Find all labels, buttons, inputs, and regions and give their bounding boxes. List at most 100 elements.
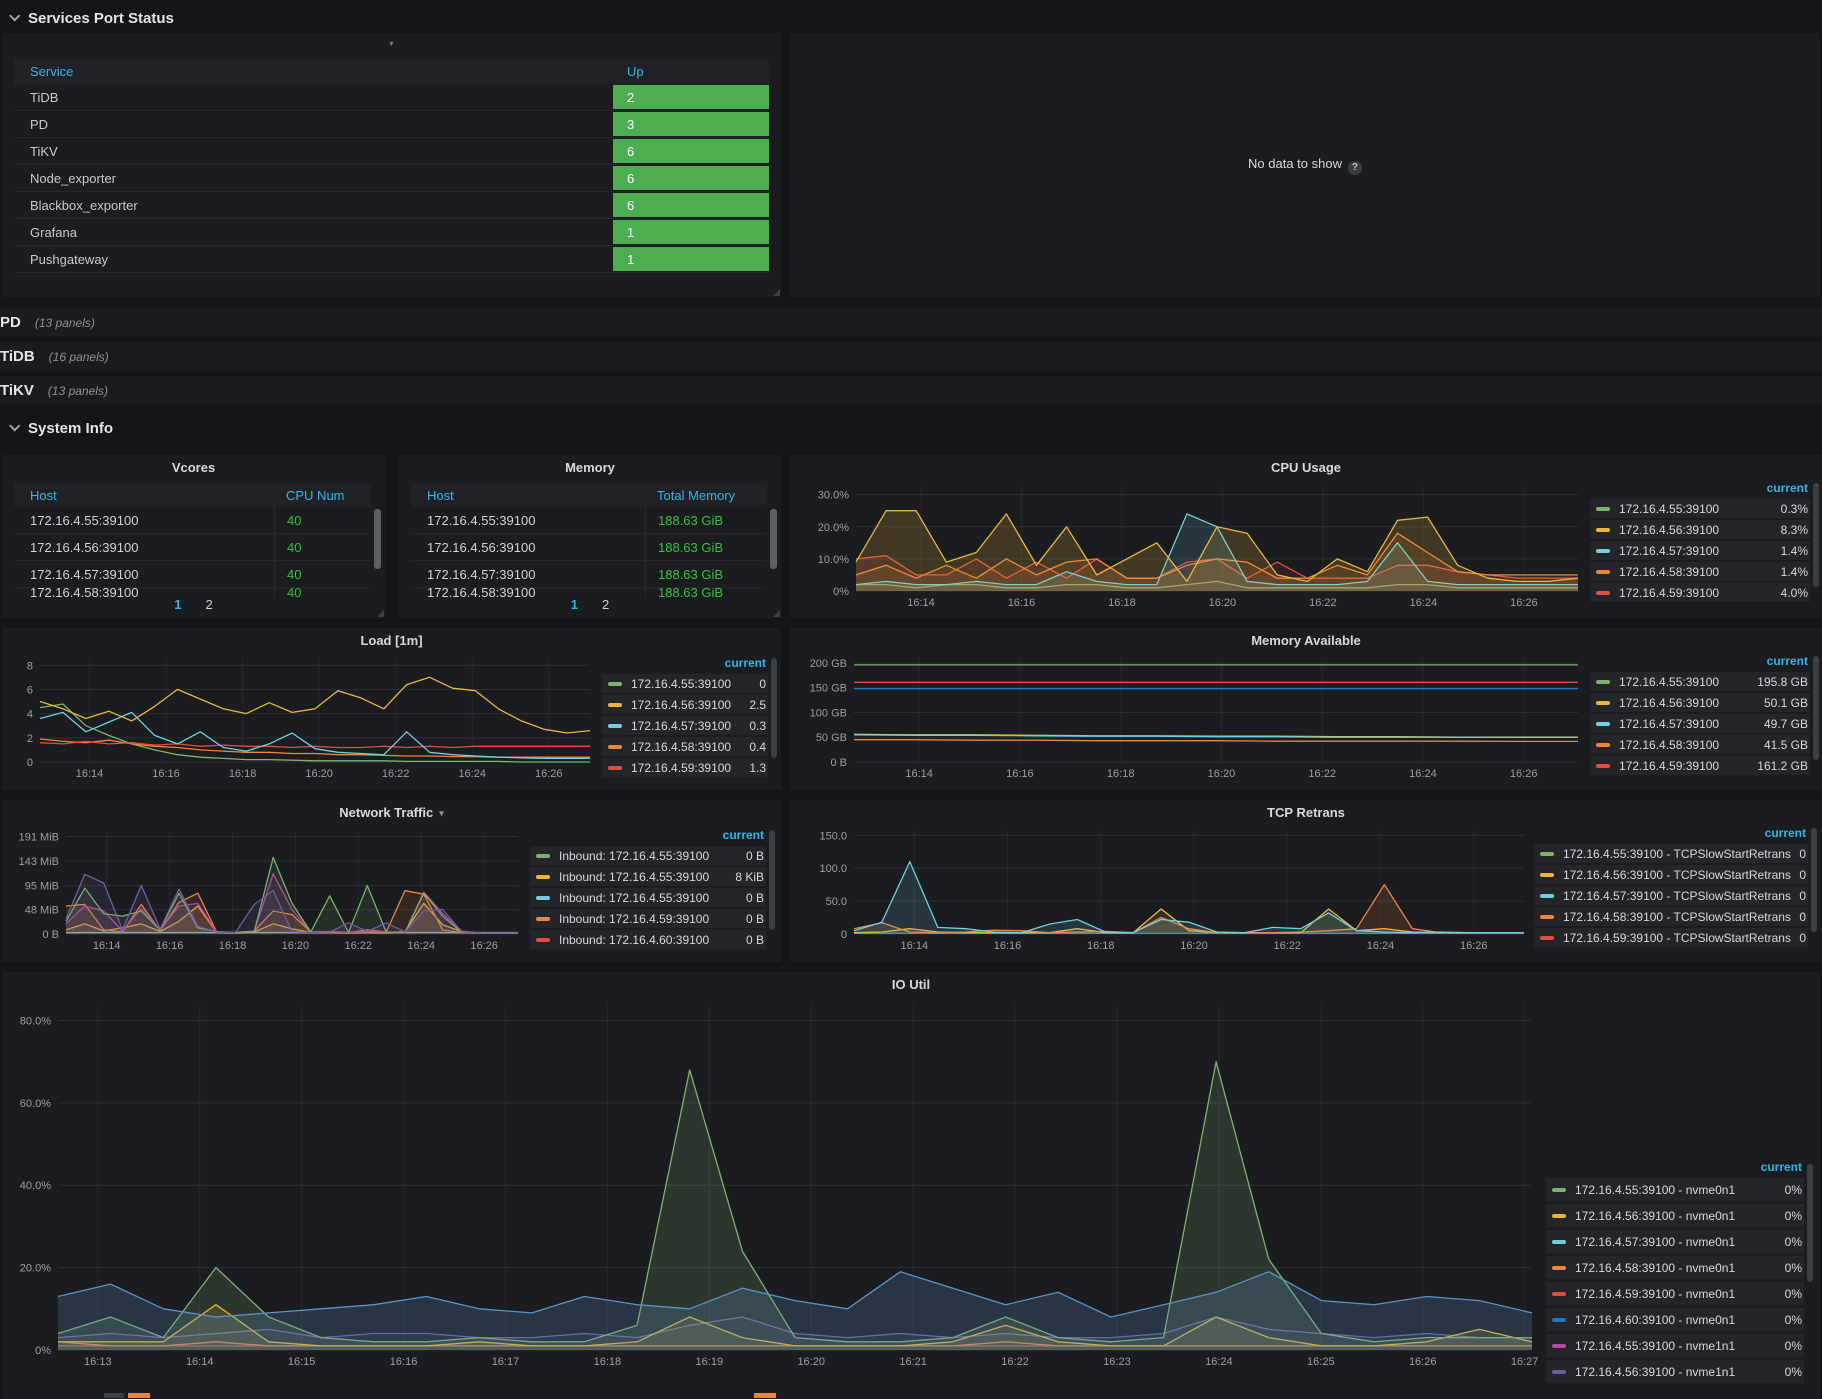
value-cell: 188.63 GiB — [645, 534, 767, 560]
legend-item[interactable]: 172.16.4.56:39100 - nvme0n10% — [1546, 1204, 1804, 1227]
legend-item[interactable]: Inbound: 172.16.4.55:391000 B — [530, 846, 766, 865]
chart-canvas[interactable]: 16:1416:1616:1816:2016:2216:2416:26191 M… — [10, 826, 524, 954]
legend-item[interactable]: 172.16.4.56:39100 - nvme1n10% — [1546, 1360, 1804, 1383]
series-color-swatch — [1596, 507, 1610, 511]
network-traffic-legend: currentInbound: 172.16.4.55:391000 BInbo… — [530, 828, 766, 951]
legend-item[interactable]: 172.16.4.57:39100 - TCPSlowStartRetrans0 — [1534, 886, 1808, 905]
legend-series-label: 172.16.4.57:39100 — [1619, 717, 1760, 731]
legend-item[interactable]: 172.16.4.60:39100 - nvme0n10% — [1546, 1308, 1804, 1331]
table-header-row: HostCPU Num — [14, 483, 371, 507]
legend-item[interactable]: 172.16.4.55:391000.3% — [1590, 499, 1810, 518]
svg-text:16:22: 16:22 — [345, 940, 373, 952]
page-button-2[interactable]: 2 — [602, 597, 609, 612]
legend-item[interactable]: Inbound: 172.16.4.55:391000 B — [530, 888, 766, 907]
table-scrollbar[interactable] — [770, 509, 777, 569]
legend-current-value: 0.3 — [749, 719, 766, 733]
legend-scrollbar[interactable] — [1813, 483, 1819, 587]
legend-item[interactable]: 172.16.4.58:39100 - nvme0n10% — [1546, 1256, 1804, 1279]
svg-text:200 GB: 200 GB — [810, 658, 847, 670]
chart-canvas[interactable]: 16:1416:1616:1816:2016:2216:2416:2686420 — [10, 652, 596, 782]
series-color-swatch — [1552, 1370, 1566, 1374]
row-header-tidb[interactable]: TiDB (16 panels) — [0, 342, 1822, 371]
legend-item[interactable]: 172.16.4.59:39100 - nvme0n10% — [1546, 1282, 1804, 1305]
legend-item[interactable]: 172.16.4.56:3910050.1 GB — [1590, 693, 1810, 712]
svg-text:16:20: 16:20 — [305, 768, 333, 780]
legend-item[interactable]: 172.16.4.56:391008.3% — [1590, 520, 1810, 539]
panel-title[interactable]: TCP Retrans — [790, 805, 1822, 820]
column-header-service[interactable]: Service — [14, 64, 613, 79]
panel-tcp-retrans: TCP Retrans 16:1416:1616:1816:2016:2216:… — [790, 800, 1822, 962]
no-data-text: No data to show — [1248, 156, 1342, 171]
svg-text:50.0: 50.0 — [826, 896, 847, 908]
column-header-host[interactable]: Host — [411, 488, 645, 503]
legend-item[interactable]: 172.16.4.57:391001.4% — [1590, 541, 1810, 560]
svg-text:16:26: 16:26 — [535, 768, 563, 780]
panel-resize-handle[interactable] — [773, 289, 780, 296]
legend-item[interactable]: 172.16.4.55:39100195.8 GB — [1590, 672, 1810, 691]
legend-item[interactable]: 172.16.4.57:3910049.7 GB — [1590, 714, 1810, 733]
legend-item[interactable]: Inbound: 172.16.4.60:391000 B — [530, 930, 766, 949]
legend-current-value: 0 — [1799, 931, 1806, 945]
column-header-value[interactable]: Total Memory — [645, 488, 767, 503]
column-header-value[interactable]: CPU Num — [274, 488, 371, 503]
legend-scrollbar[interactable] — [1811, 828, 1817, 932]
legend-item[interactable]: 172.16.4.59:39100161.2 GB — [1590, 756, 1810, 775]
legend-item[interactable]: 172.16.4.55:39100 - TCPSlowStartRetrans0 — [1534, 844, 1808, 863]
io-util-chart: 16:1316:1416:1516:1616:1716:1816:1916:20… — [10, 998, 1538, 1370]
legend-item[interactable]: 172.16.4.56:39100 - TCPSlowStartRetrans0 — [1534, 865, 1808, 884]
legend-item[interactable]: 172.16.4.57:39100 - nvme0n10% — [1546, 1230, 1804, 1253]
svg-text:16:20: 16:20 — [1209, 597, 1237, 609]
panel-title[interactable]: IO Util — [2, 977, 1820, 992]
legend-item[interactable]: 172.16.4.55:39100 - nvme0n10% — [1546, 1178, 1804, 1201]
legend-item[interactable]: 172.16.4.57:391000.3 — [602, 716, 768, 735]
legend-item[interactable]: 172.16.4.59:391004.0% — [1590, 583, 1810, 602]
legend-item[interactable]: 172.16.4.58:391001.4% — [1590, 562, 1810, 581]
panel-title[interactable]: Vcores — [2, 460, 385, 475]
table-pagination: 12 — [2, 597, 385, 612]
panel-title[interactable]: Load [1m] — [2, 633, 781, 648]
legend-item[interactable]: 172.16.4.59:391001.3 — [602, 758, 768, 777]
legend-item[interactable]: 172.16.4.55:391000 — [602, 674, 768, 693]
legend-item[interactable]: 172.16.4.55:39100 - nvme1n10% — [1546, 1334, 1804, 1357]
row-header-pd[interactable]: PD (13 panels) — [0, 308, 1822, 337]
panel-title[interactable]: Memory — [399, 460, 781, 475]
chart-canvas[interactable]: 16:1416:1616:1816:2016:2216:2416:26200 G… — [798, 652, 1584, 782]
chart-canvas[interactable]: 16:1416:1616:1816:2016:2216:2416:2630.0%… — [798, 479, 1584, 611]
svg-text:40.0%: 40.0% — [20, 1180, 51, 1192]
page-button-1[interactable]: 1 — [174, 597, 181, 612]
legend-item[interactable]: Inbound: 172.16.4.59:391000 B — [530, 909, 766, 928]
legend-current-value: 8 KiB — [735, 870, 764, 884]
help-icon[interactable]: ? — [1348, 161, 1362, 175]
legend-item[interactable]: 172.16.4.58:39100 - TCPSlowStartRetrans0 — [1534, 907, 1808, 926]
row-header-system-info[interactable]: System Info — [0, 414, 1822, 442]
row-header-services-port-status[interactable]: Services Port Status — [0, 4, 1822, 32]
page-button-1[interactable]: 1 — [571, 597, 578, 612]
legend-item[interactable]: 172.16.4.58:3910041.5 GB — [1590, 735, 1810, 754]
table-scrollbar[interactable] — [374, 509, 381, 569]
series-color-swatch — [1552, 1214, 1566, 1218]
svg-text:150.0: 150.0 — [819, 830, 847, 842]
panel-cpu-usage: CPU Usage 16:1416:1616:1816:2016:2216:24… — [790, 455, 1822, 618]
series-color-swatch — [1552, 1292, 1566, 1296]
legend-item[interactable]: 172.16.4.59:39100 - TCPSlowStartRetrans0 — [1534, 928, 1808, 947]
row-header-tikv[interactable]: TiKV (13 panels) — [0, 376, 1822, 405]
chart-canvas[interactable]: 16:1416:1616:1816:2016:2216:2416:26150.0… — [798, 824, 1530, 954]
legend-scrollbar[interactable] — [771, 658, 777, 758]
legend-scrollbar[interactable] — [1813, 656, 1819, 760]
legend-item[interactable]: 172.16.4.56:391002.5 — [602, 695, 768, 714]
legend-item[interactable]: Inbound: 172.16.4.55:391008 KiB — [530, 867, 766, 886]
legend-scrollbar[interactable] — [769, 830, 775, 930]
value-cell: 40 — [274, 507, 371, 533]
chart-canvas[interactable]: 16:1316:1416:1516:1616:1716:1816:1916:20… — [10, 998, 1538, 1370]
column-header-host[interactable]: Host — [14, 488, 274, 503]
page-button-2[interactable]: 2 — [206, 597, 213, 612]
legend-item[interactable]: 172.16.4.58:391000.4 — [602, 737, 768, 756]
svg-text:16:26: 16:26 — [1409, 1356, 1437, 1368]
panel-menu-caret-icon[interactable]: ▾ — [2, 39, 781, 48]
legend-scrollbar[interactable] — [1807, 1164, 1813, 1282]
panel-title[interactable]: CPU Usage — [790, 460, 1822, 475]
svg-text:16:26: 16:26 — [470, 940, 498, 952]
panel-title[interactable]: Network Traffic▾ — [2, 805, 781, 820]
panel-title[interactable]: Memory Available — [790, 633, 1822, 648]
column-header-up[interactable]: Up — [613, 64, 769, 79]
